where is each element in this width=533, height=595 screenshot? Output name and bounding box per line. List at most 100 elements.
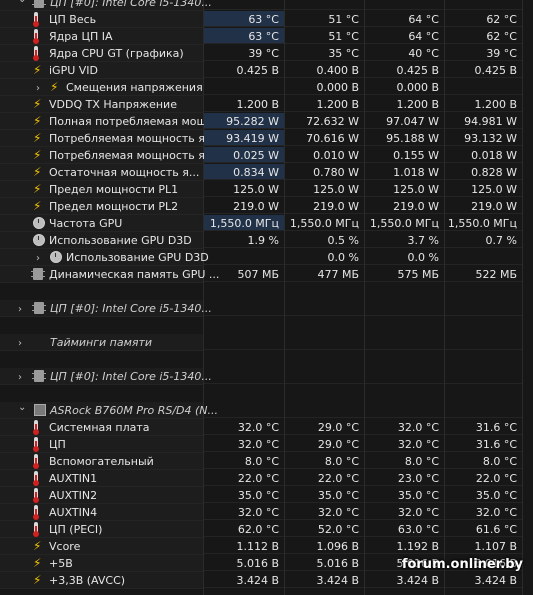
empty-cell: [285, 368, 364, 384]
sensor-row[interactable]: › Использование GPU D3D 0.0 % 0.0 %: [0, 249, 533, 266]
sensor-row[interactable]: Динамическая память GPU ... 507 МБ 477 МБ 5…: [0, 266, 533, 283]
chevron-right-icon[interactable]: ›: [18, 369, 28, 386]
sensor-row[interactable]: ⚡ Vcore 1.112 В 1.096 В 1.192 В 1.107 В: [0, 538, 533, 555]
empty-cell: [445, 368, 522, 384]
sensor-row[interactable]: ⚡ Потребляемая мощность я... 0.025 W 0.010 …: [0, 147, 533, 164]
current-value: 63 °C: [204, 28, 284, 44]
chevron-down-icon[interactable]: ⌄: [18, 0, 28, 8]
name-cell: AUXTIN2: [0, 487, 203, 504]
min-value: 35.0 °C: [285, 487, 364, 503]
min-value: 32.0 °C: [285, 504, 364, 520]
name-cell[interactable]: › ЦП [#0]: Intel Core i5-1340...: [0, 368, 212, 386]
sensor-row[interactable]: ⚡ VDDQ TX Напряжение 1.200 В 1.200 В 1.200 В…: [0, 96, 533, 113]
sensor-row[interactable]: AUXTIN2 35.0 °C 35.0 °C 35.0 °C 35.0 °C: [0, 487, 533, 504]
chevron-down-icon[interactable]: ⌄: [18, 399, 28, 416]
sensor-label: Динамическая память GPU ...: [49, 268, 220, 281]
current-value: 0.425 В: [204, 62, 284, 78]
name-cell[interactable]: ⌄ ASRock B760M Pro RS/D4 (N...: [0, 399, 218, 419]
chevron-right-icon[interactable]: ›: [18, 335, 28, 352]
name-cell: Вспомогательный: [0, 453, 203, 470]
max-value: 0.0 %: [365, 249, 444, 265]
min-value: 0.010 W: [285, 147, 364, 163]
min-value: 0.000 В: [285, 79, 364, 95]
empty-cell: [365, 368, 444, 384]
clock-icon: [33, 217, 45, 229]
chevron-right-icon[interactable]: ›: [36, 250, 46, 267]
chevron-right-icon[interactable]: ›: [36, 80, 46, 97]
current-value: 32.0 °C: [204, 419, 284, 435]
max-value: 32.0 °C: [365, 504, 444, 520]
group-row[interactable]: › ЦП [#0]: Intel Core i5-1340...: [0, 368, 533, 385]
min-value: 22.0 °C: [285, 470, 364, 486]
sensor-label: iGPU VID: [49, 64, 99, 77]
sensor-row[interactable]: ⚡ iGPU VID 0.425 В 0.400 В 0.425 В 0.425 В: [0, 62, 533, 79]
thermometer-icon: [33, 420, 39, 435]
bolt-icon: ⚡: [50, 80, 59, 94]
name-cell: Системная плата: [0, 419, 203, 436]
name-cell[interactable]: › Тайминги памяти: [0, 334, 203, 351]
bolt-icon: ⚡: [33, 148, 42, 162]
max-value: 8.0 °C: [365, 453, 444, 469]
min-value: 70.616 W: [285, 130, 364, 146]
name-cell[interactable]: › ЦП [#0]: Intel Core i5-1340...: [0, 300, 212, 318]
sensor-row[interactable]: ⚡ +3,3В (AVCC) 3.424 В 3.424 В 3.424 В 3.424 …: [0, 572, 533, 589]
sensor-label: ЦП (PECI): [49, 523, 103, 536]
thermometer-icon: [33, 505, 39, 520]
min-value: 0.780 W: [285, 164, 364, 180]
sensor-row[interactable]: ⚡ Полная потребляемая мощ... 95.282 W 72.63…: [0, 113, 533, 130]
sensor-row[interactable]: AUXTIN4 32.0 °C 32.0 °C 32.0 °C 32.0 °C: [0, 504, 533, 521]
sensor-row[interactable]: ЦП Весь 63 °C 51 °C 64 °C 62 °C: [0, 11, 533, 28]
sensor-row[interactable]: ⚡ Предел мощности PL2 219.0 W 219.0 W 219.0 …: [0, 198, 533, 215]
max-value: 64 °C: [365, 28, 444, 44]
current-value: 32.0 °C: [204, 436, 284, 452]
spacer-row: [0, 385, 533, 402]
sensor-row[interactable]: Частота GPU 1,550.0 МГц 1,550.0 МГц 1,550.0…: [0, 215, 533, 232]
sensor-row[interactable]: Ядра ЦП IA 63 °C 51 °C 64 °C 62 °C: [0, 28, 533, 45]
avg-value: 1,550.0 МГц: [445, 215, 522, 231]
sensor-row[interactable]: ЦП (PECI) 62.0 °C 52.0 °C 63.0 °C 61.6 °C: [0, 521, 533, 538]
sensor-row[interactable]: ⚡ Остаточная мощность я... 0.834 W 0.780 W1…: [0, 164, 533, 181]
current-value: 0.834 W: [204, 164, 284, 180]
sensor-row[interactable]: ЦП 32.0 °C 29.0 °C 32.0 °C 31.6 °C: [0, 436, 533, 453]
board-icon: [34, 404, 46, 416]
sensor-row[interactable]: ⚡ Потребляемая мощность я... 93.419 W 70.61…: [0, 130, 533, 147]
sensor-label: Vcore: [49, 540, 81, 553]
chevron-right-icon[interactable]: ›: [18, 301, 28, 318]
sensor-row[interactable]: Использование GPU D3D 1.9 % 0.5 % 3.7 % 0.7 …: [0, 232, 533, 249]
spacer-row: [0, 317, 533, 334]
group-row[interactable]: ⌄ ASRock B760M Pro RS/D4 (N...: [0, 402, 533, 419]
sensor-label: Остаточная мощность я...: [49, 166, 200, 179]
sensor-row[interactable]: AUXTIN1 22.0 °C 22.0 °C 23.0 °C 22.0 °C: [0, 470, 533, 487]
name-cell: ⚡ Vcore: [0, 538, 203, 555]
min-value: 8.0 °C: [285, 453, 364, 469]
thermometer-icon: [33, 12, 39, 27]
sensor-row[interactable]: › ⚡ Смещения напряжения 0.000 В 0.000 В: [0, 79, 533, 96]
min-value: 0.400 В: [285, 62, 364, 78]
name-cell: › Использование GPU D3D: [0, 249, 209, 267]
min-value: 125.0 W: [285, 181, 364, 197]
sensor-label: ЦП: [49, 438, 66, 451]
thermometer-icon: [33, 437, 39, 452]
bolt-icon: ⚡: [33, 63, 42, 77]
max-value: 32.0 °C: [365, 419, 444, 435]
empty-cell: [285, 334, 364, 350]
chip-icon: [31, 268, 45, 280]
group-label: ЦП [#0]: Intel Core i5-1340...: [50, 370, 212, 383]
sensor-row[interactable]: Ядра CPU GT (графика) 39 °C 35 °C 40 °C 39 °…: [0, 45, 533, 62]
max-value: 1.200 В: [365, 96, 444, 112]
sensor-row[interactable]: Вспомогательный 8.0 °C 8.0 °C 8.0 °C 8.0 °C: [0, 453, 533, 470]
sensor-row[interactable]: ⚡ Предел мощности PL1 125.0 W 125.0 W 125.0 …: [0, 181, 533, 198]
chip-icon: [32, 370, 46, 382]
avg-value: 61.6 °C: [445, 521, 522, 537]
avg-value: 0.018 W: [445, 147, 522, 163]
thermometer-icon: [33, 488, 39, 503]
avg-value: 35.0 °C: [445, 487, 522, 503]
sensor-row[interactable]: Системная плата 32.0 °C 29.0 °C 32.0 °C 31.6…: [0, 419, 533, 436]
group-row[interactable]: › Тайминги памяти: [0, 334, 533, 351]
max-value: 95.188 W: [365, 130, 444, 146]
sensor-label: Ядра ЦП IA: [49, 30, 113, 43]
sensor-row[interactable]: ⌄ ЦП [#0]: Intel Core i5-1340...: [0, 0, 533, 11]
name-cell: ⚡ VDDQ TX Напряжение: [0, 96, 203, 113]
group-row[interactable]: › ЦП [#0]: Intel Core i5-1340...: [0, 300, 533, 317]
sensor-label: Использование GPU D3D: [49, 234, 192, 247]
